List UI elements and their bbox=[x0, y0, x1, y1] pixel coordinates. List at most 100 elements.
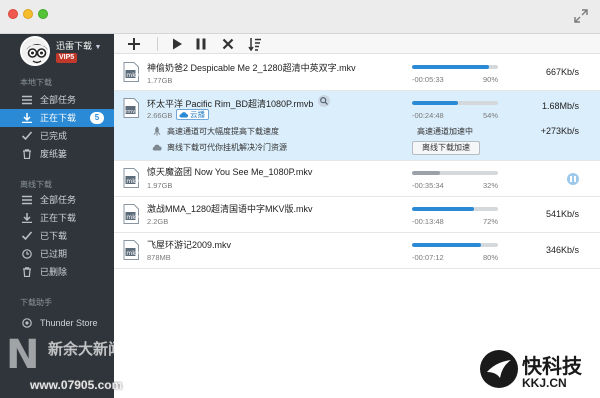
accel-speed: +273Kb/s bbox=[540, 126, 579, 136]
task-row[interactable]: mkv 神偷奶爸2 Despicable Me 2_1280超清中英双字.mkv… bbox=[114, 55, 600, 91]
pause-icon[interactable] bbox=[194, 37, 208, 51]
check-icon bbox=[22, 131, 32, 141]
task-filename: 惊天魔盗团 Now You See Me_1080P.mkv bbox=[147, 167, 313, 177]
offline-cloud-icon bbox=[152, 144, 162, 151]
task-percent: 72% bbox=[482, 217, 498, 226]
task-speed: 667Kb/s bbox=[545, 67, 579, 77]
video-file-icon: mkv bbox=[123, 240, 139, 260]
trash-icon bbox=[23, 149, 31, 159]
video-file-icon: mkv bbox=[123, 168, 139, 188]
progress-fill bbox=[412, 171, 440, 175]
toolbar-divider bbox=[157, 37, 158, 51]
sidebar-item-label: 正在下载 bbox=[40, 213, 77, 223]
chevron-down-icon: ▼ bbox=[94, 44, 102, 51]
sidebar-item-local-trash[interactable]: 废纸篓 bbox=[0, 145, 114, 163]
task-progress-bar bbox=[412, 243, 498, 247]
task-size: 2.2GB bbox=[147, 217, 169, 226]
zoom-window-button[interactable] bbox=[38, 9, 48, 19]
sidebar-item-label: 全部任务 bbox=[40, 195, 77, 205]
sidebar-item-local-downloading[interactable]: 正在下载 5 bbox=[0, 109, 114, 127]
task-list: mkv 神偷奶爸2 Despicable Me 2_1280超清中英双字.mkv… bbox=[114, 55, 600, 398]
sidebar-item-offline-all[interactable]: 全部任务 bbox=[0, 191, 114, 209]
vip-badge: VIP5 bbox=[56, 53, 78, 63]
delete-icon[interactable] bbox=[221, 37, 235, 51]
sidebar-item-label: 废纸篓 bbox=[40, 149, 68, 159]
task-filename: 环太平洋 Pacific Rim_BD超清1080P.rmvb bbox=[147, 99, 314, 109]
task-time-left: -00:05:33 bbox=[412, 75, 444, 84]
task-speed: 346Kb/s bbox=[545, 245, 579, 255]
accel-status: 高速通道加速中 bbox=[417, 127, 473, 136]
clock-icon bbox=[22, 249, 32, 259]
paused-status-icon[interactable] bbox=[567, 173, 579, 185]
svg-text:rmvb: rmvb bbox=[125, 109, 138, 115]
sidebar-item-label: 已完成 bbox=[40, 131, 68, 141]
add-icon[interactable] bbox=[127, 37, 141, 51]
list-icon bbox=[22, 95, 32, 105]
cloud-icon bbox=[179, 112, 188, 118]
task-progress-bar bbox=[412, 207, 498, 211]
fullscreen-icon[interactable] bbox=[574, 9, 588, 23]
cloud-play-label: 云播 bbox=[190, 110, 205, 119]
sidebar-item-local-completed[interactable]: 已完成 bbox=[0, 127, 114, 145]
sidebar: 迅雷下载 ▼ VIP5 本地下载 全部任务 正在下载 5 已完成 废纸篓 离线下… bbox=[0, 34, 114, 398]
task-size: 2.66GB bbox=[147, 111, 173, 120]
task-time-left: -00:13:48 bbox=[412, 217, 444, 226]
list-icon bbox=[22, 195, 32, 205]
section-offline-downloads: 离线下载 bbox=[20, 180, 52, 189]
sidebar-item-offline-deleted[interactable]: 已删除 bbox=[0, 263, 114, 281]
task-row[interactable]: mkv 飞屋环游记2009.mkv 878MB -00:07:12 80% 34… bbox=[114, 233, 600, 269]
progress-fill bbox=[412, 65, 490, 69]
sidebar-item-thunder-store[interactable]: Thunder Store bbox=[0, 314, 114, 332]
task-size: 1.97GB bbox=[147, 181, 173, 190]
download-arrow-icon bbox=[22, 213, 32, 223]
avatar[interactable] bbox=[20, 36, 50, 66]
sidebar-item-offline-downloaded[interactable]: 已下载 bbox=[0, 227, 114, 245]
task-progress-bar bbox=[412, 101, 498, 105]
video-file-icon: mkv bbox=[123, 62, 139, 82]
accel-tip-offline: 离线下载可代你挂机解决冷门资源 bbox=[167, 143, 287, 152]
video-file-icon: mkv bbox=[123, 204, 139, 224]
task-progress-bar bbox=[412, 65, 498, 69]
accel-tip-highspeed: 高速通道可大幅度提高下载速度 bbox=[167, 127, 279, 136]
task-row-selected[interactable]: rmvb 环太平洋 Pacific Rim_BD超清1080P.rmvb 2.6… bbox=[114, 91, 600, 161]
sidebar-item-offline-downloading[interactable]: 正在下载 bbox=[0, 209, 114, 227]
video-file-icon: rmvb bbox=[123, 98, 139, 118]
sidebar-item-label: 正在下载 bbox=[40, 113, 77, 123]
sidebar-item-label: 已下载 bbox=[40, 231, 68, 241]
task-row[interactable]: mkv 激战MMA_1280超清国语中字MKV版.mkv 2.2GB -00:1… bbox=[114, 197, 600, 233]
task-speed: 541Kb/s bbox=[545, 209, 579, 219]
sidebar-item-label: 全部任务 bbox=[40, 95, 77, 105]
offline-accelerate-button[interactable]: 离线下载加速 bbox=[412, 141, 480, 155]
minimize-window-button[interactable] bbox=[23, 9, 33, 19]
close-window-button[interactable] bbox=[8, 9, 18, 19]
window-titlebar bbox=[0, 0, 600, 34]
task-progress-bar bbox=[412, 171, 498, 175]
sidebar-item-local-all[interactable]: 全部任务 bbox=[0, 91, 114, 109]
user-profile[interactable]: 迅雷下载 ▼ VIP5 bbox=[0, 34, 114, 72]
username[interactable]: 迅雷下载 ▼ bbox=[56, 39, 101, 52]
sidebar-item-label: 已过期 bbox=[40, 249, 68, 259]
cloud-play-button[interactable]: 云播 bbox=[176, 109, 209, 120]
play-icon[interactable] bbox=[170, 37, 184, 51]
task-percent: 90% bbox=[482, 75, 498, 84]
task-time-left: -00:24:48 bbox=[412, 111, 444, 120]
task-size: 878MB bbox=[147, 253, 171, 262]
section-download-helper: 下载助手 bbox=[20, 298, 52, 307]
sidebar-item-label: Thunder Store bbox=[40, 318, 98, 328]
download-arrow-icon bbox=[22, 113, 32, 123]
toolbar bbox=[114, 34, 600, 54]
task-percent: 54% bbox=[482, 111, 498, 120]
trash-icon bbox=[23, 267, 31, 277]
progress-fill bbox=[412, 101, 459, 105]
task-filename: 激战MMA_1280超清国语中字MKV版.mkv bbox=[147, 204, 313, 214]
svg-text:mkv: mkv bbox=[126, 72, 139, 79]
svg-text:mkv: mkv bbox=[126, 178, 139, 185]
sidebar-item-label: 已删除 bbox=[40, 267, 68, 277]
sidebar-item-offline-expired[interactable]: 已过期 bbox=[0, 245, 114, 263]
task-time-left: -00:07:12 bbox=[412, 253, 444, 262]
task-row[interactable]: mkv 惊天魔盗团 Now You See Me_1080P.mkv 1.97G… bbox=[114, 161, 600, 197]
sort-icon[interactable] bbox=[248, 37, 262, 51]
check-icon bbox=[22, 231, 32, 241]
svg-text:mkv: mkv bbox=[126, 250, 139, 257]
search-icon[interactable] bbox=[318, 95, 330, 107]
